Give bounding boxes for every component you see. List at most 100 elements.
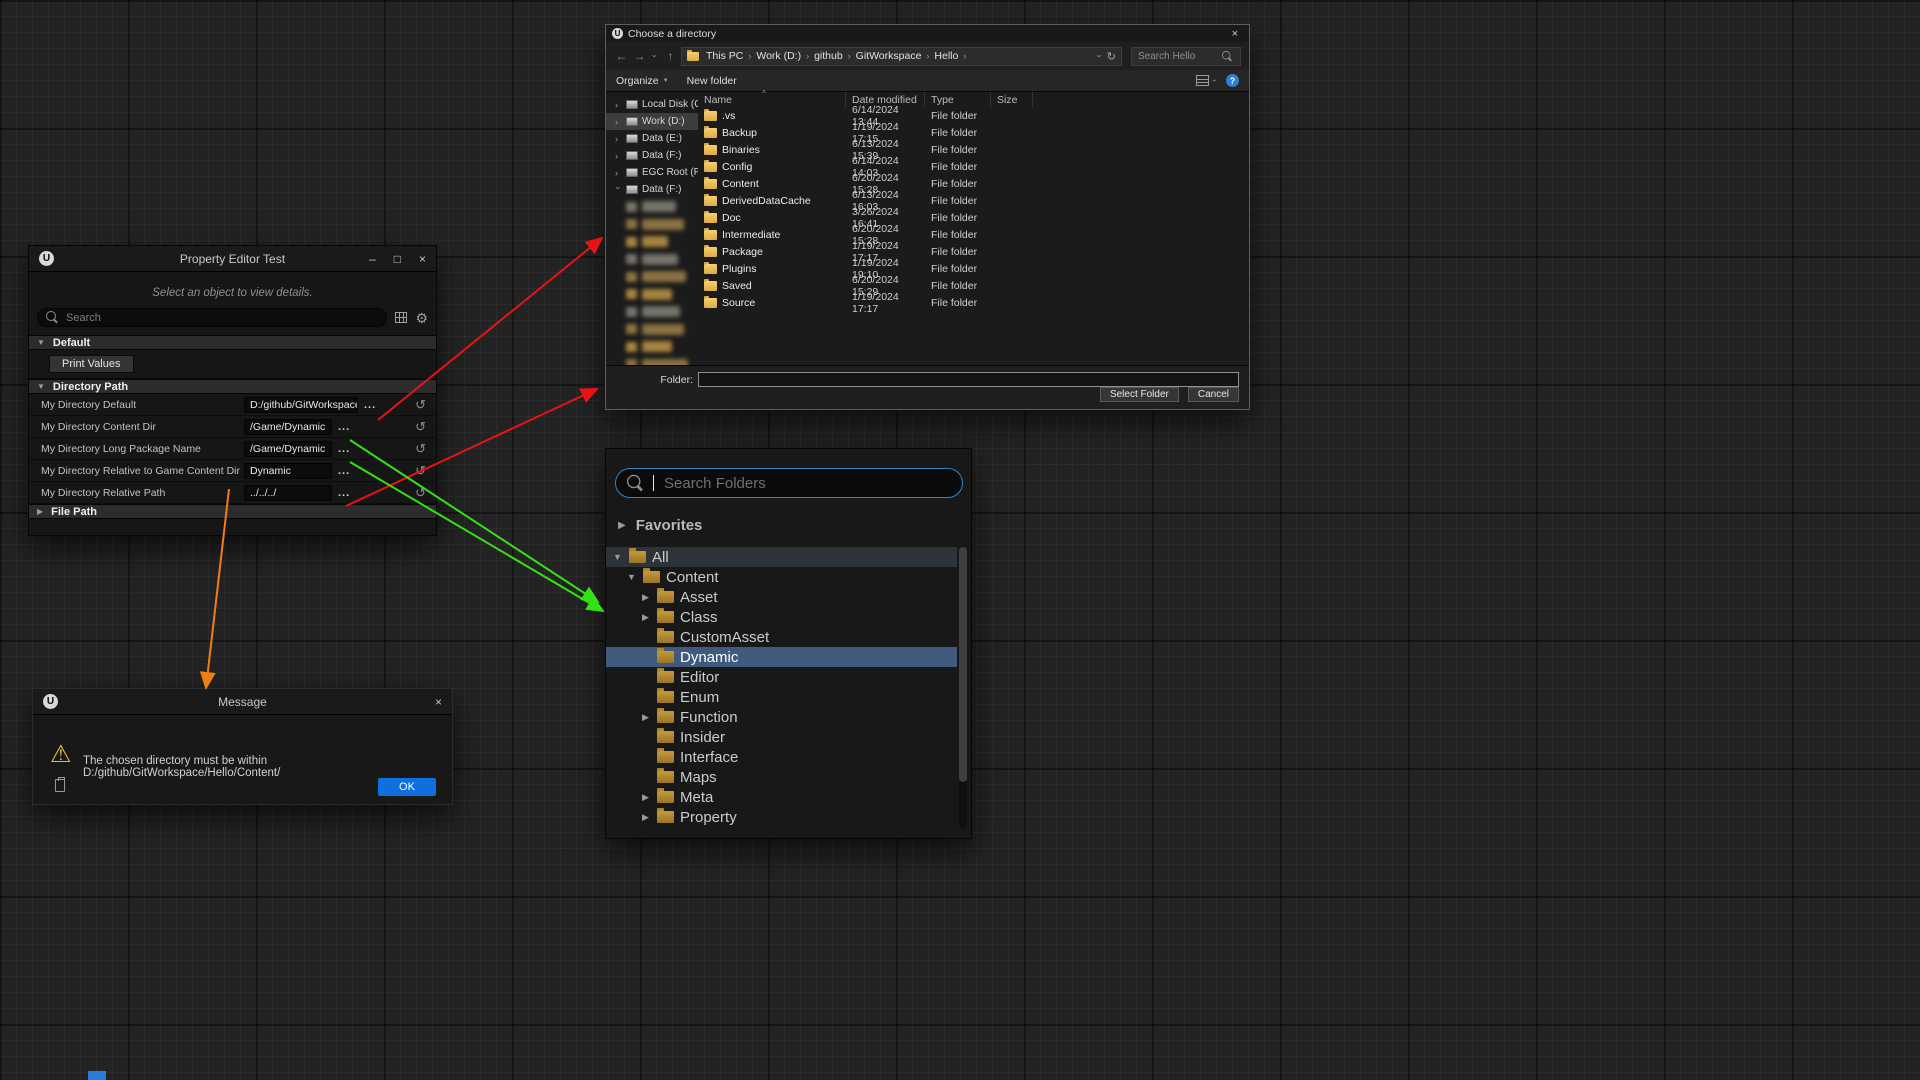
reset-to-default-icon[interactable]: ↺ (415, 419, 426, 435)
section-expander-icon[interactable]: ▼ (37, 338, 45, 347)
back-button[interactable]: ← (614, 49, 629, 63)
gear-icon[interactable]: ⚙ (415, 311, 428, 325)
expander-chevron-icon[interactable]: › (615, 151, 622, 161)
picker-tree-item[interactable]: Dynamic (606, 647, 957, 667)
scrollbar-thumb[interactable] (959, 547, 967, 782)
scrollbar[interactable] (959, 547, 967, 829)
file-row[interactable]: Intermediate6/20/2024 15:28File folder (698, 226, 1249, 243)
file-row[interactable]: Source1/19/2024 17:17File folder (698, 294, 1249, 311)
search-input[interactable]: Search (37, 308, 387, 327)
help-button[interactable]: ? (1226, 74, 1239, 87)
expander-triangle-icon[interactable]: ▼ (626, 572, 637, 582)
address-bar[interactable]: This PC›Work (D:)›github›GitWorkspace›He… (681, 47, 1122, 66)
picker-tree-item[interactable]: CustomAsset (606, 627, 957, 647)
picker-tree-item[interactable]: ▼All (606, 547, 957, 567)
browse-ellipsis-button[interactable]: ... (338, 465, 350, 477)
display-filter-icon[interactable] (395, 312, 407, 323)
property-value-field[interactable]: Dynamic (244, 463, 332, 479)
picker-tree-item[interactable]: Editor (606, 667, 957, 687)
picker-tree-item[interactable]: ▶Meta (606, 787, 957, 807)
print-values-button[interactable]: Print Values (49, 355, 134, 373)
dialog-titlebar[interactable]: Choose a directory × (606, 25, 1249, 42)
copy-to-clipboard-icon[interactable] (55, 779, 65, 792)
organize-button[interactable]: Organize ▼ (616, 75, 669, 87)
expander-chevron-icon[interactable]: › (615, 117, 622, 127)
message-titlebar[interactable]: Message × (33, 689, 452, 715)
expander-triangle-icon[interactable]: ▶ (640, 712, 651, 723)
expander-triangle-icon[interactable]: ▶ (640, 592, 651, 603)
breadcrumb-segment[interactable]: GitWorkspace (854, 50, 924, 62)
drive-tree-item[interactable]: ›EGC Root (P:) (606, 164, 698, 181)
forward-button[interactable]: → (632, 49, 647, 63)
file-row[interactable]: Doc3/26/2024 16:41File folder (698, 209, 1249, 226)
drive-tree-item[interactable]: ›Data (F:) (606, 181, 698, 198)
close-button[interactable]: × (435, 695, 442, 709)
favorites-section-header[interactable]: ▶ Favorites (618, 517, 702, 534)
picker-tree-item[interactable]: Enum (606, 687, 957, 707)
section-header-default[interactable]: ▼ Default (29, 335, 436, 350)
expander-triangle-icon[interactable]: ▶ (640, 612, 651, 623)
expander-triangle-icon[interactable]: ▶ (618, 520, 626, 531)
close-button[interactable]: × (419, 252, 426, 266)
picker-tree-item[interactable]: ▶Class (606, 607, 957, 627)
breadcrumb-segment[interactable]: Work (D:) (754, 50, 803, 62)
section-header-file-path[interactable]: ▶ File Path (29, 504, 436, 519)
section-expander-icon[interactable]: ▶ (37, 507, 43, 516)
expander-chevron-icon[interactable]: › (615, 134, 622, 144)
up-button[interactable]: ↑ (663, 49, 678, 63)
file-row[interactable]: Binaries6/13/2024 15:39File folder (698, 141, 1249, 158)
cancel-button[interactable]: Cancel (1188, 387, 1239, 402)
browse-ellipsis-button[interactable]: ... (338, 443, 350, 455)
refresh-icon[interactable]: ↻ (1107, 50, 1116, 63)
drive-tree-item[interactable]: ›Local Disk (C:) (606, 96, 698, 113)
picker-tree-item[interactable]: ▶Function (606, 707, 957, 727)
expander-chevron-icon[interactable]: › (614, 186, 624, 193)
breadcrumb-segment[interactable]: Hello (932, 50, 960, 62)
new-folder-button[interactable]: New folder (687, 75, 737, 87)
breadcrumb-segment[interactable]: This PC (704, 50, 745, 62)
section-header-directory-path[interactable]: ▼ Directory Path (29, 379, 436, 394)
dialog-search-input[interactable]: Search Hello (1131, 47, 1241, 66)
breadcrumb-segment[interactable]: github (812, 50, 845, 62)
reset-to-default-icon[interactable]: ↺ (415, 485, 426, 501)
folder-name-input[interactable] (698, 372, 1239, 387)
reset-to-default-icon[interactable]: ↺ (415, 463, 426, 479)
ok-button[interactable]: OK (378, 778, 436, 796)
expander-chevron-icon[interactable]: › (615, 100, 622, 110)
close-button[interactable]: × (1227, 28, 1243, 40)
property-value-field[interactable]: D:/github/GitWorkspace (244, 397, 358, 413)
browse-ellipsis-button[interactable]: ... (338, 487, 350, 499)
file-row[interactable]: Plugins1/19/2024 19:10File folder (698, 260, 1249, 277)
reset-to-default-icon[interactable]: ↺ (415, 441, 426, 457)
expander-triangle-icon[interactable]: ▶ (640, 792, 651, 803)
file-row[interactable]: Backup1/19/2024 17:15File folder (698, 124, 1249, 141)
picker-tree-item[interactable]: ▼Content (606, 567, 957, 587)
expander-chevron-icon[interactable]: › (615, 168, 622, 178)
reset-to-default-icon[interactable]: ↺ (415, 397, 426, 413)
search-folders-input[interactable]: Search Folders (615, 468, 963, 498)
select-folder-button[interactable]: Select Folder (1100, 387, 1179, 402)
property-value-field[interactable]: /Game/Dynamic (244, 441, 332, 457)
drive-tree-item[interactable]: ›Data (E:) (606, 130, 698, 147)
picker-tree-item[interactable]: Interface (606, 747, 957, 767)
recent-locations-chevron-icon[interactable]: › (650, 51, 660, 61)
file-row[interactable]: Saved6/20/2024 15:29File folder (698, 277, 1249, 294)
file-row[interactable]: DerivedDataCache6/13/2024 16:03File fold… (698, 192, 1249, 209)
drive-tree-item[interactable]: ›Data (F:) (606, 147, 698, 164)
browse-ellipsis-button[interactable]: ... (338, 421, 350, 433)
property-editor-titlebar[interactable]: Property Editor Test – □ × (29, 246, 436, 272)
picker-tree-item[interactable]: Insider (606, 727, 957, 747)
property-value-field[interactable]: /Game/Dynamic (244, 419, 332, 435)
file-row[interactable]: .vs6/14/2024 13:44File folder (698, 107, 1249, 124)
file-row[interactable]: Content6/20/2024 15:28File folder (698, 175, 1249, 192)
column-header-date-modified[interactable]: Date modified (846, 92, 925, 107)
expander-triangle-icon[interactable]: ▼ (612, 552, 623, 562)
column-header-type[interactable]: Type (925, 92, 991, 107)
drive-tree-item[interactable]: ›Work (D:) (606, 113, 698, 130)
file-row[interactable]: Config6/14/2024 14:03File folder (698, 158, 1249, 175)
property-value-field[interactable]: ../../../ (244, 485, 332, 501)
maximize-button[interactable]: □ (394, 252, 401, 266)
picker-tree-item[interactable]: ▶Asset (606, 587, 957, 607)
view-selector-button[interactable]: › (1196, 75, 1216, 86)
file-row[interactable]: Package1/19/2024 17:17File folder (698, 243, 1249, 260)
